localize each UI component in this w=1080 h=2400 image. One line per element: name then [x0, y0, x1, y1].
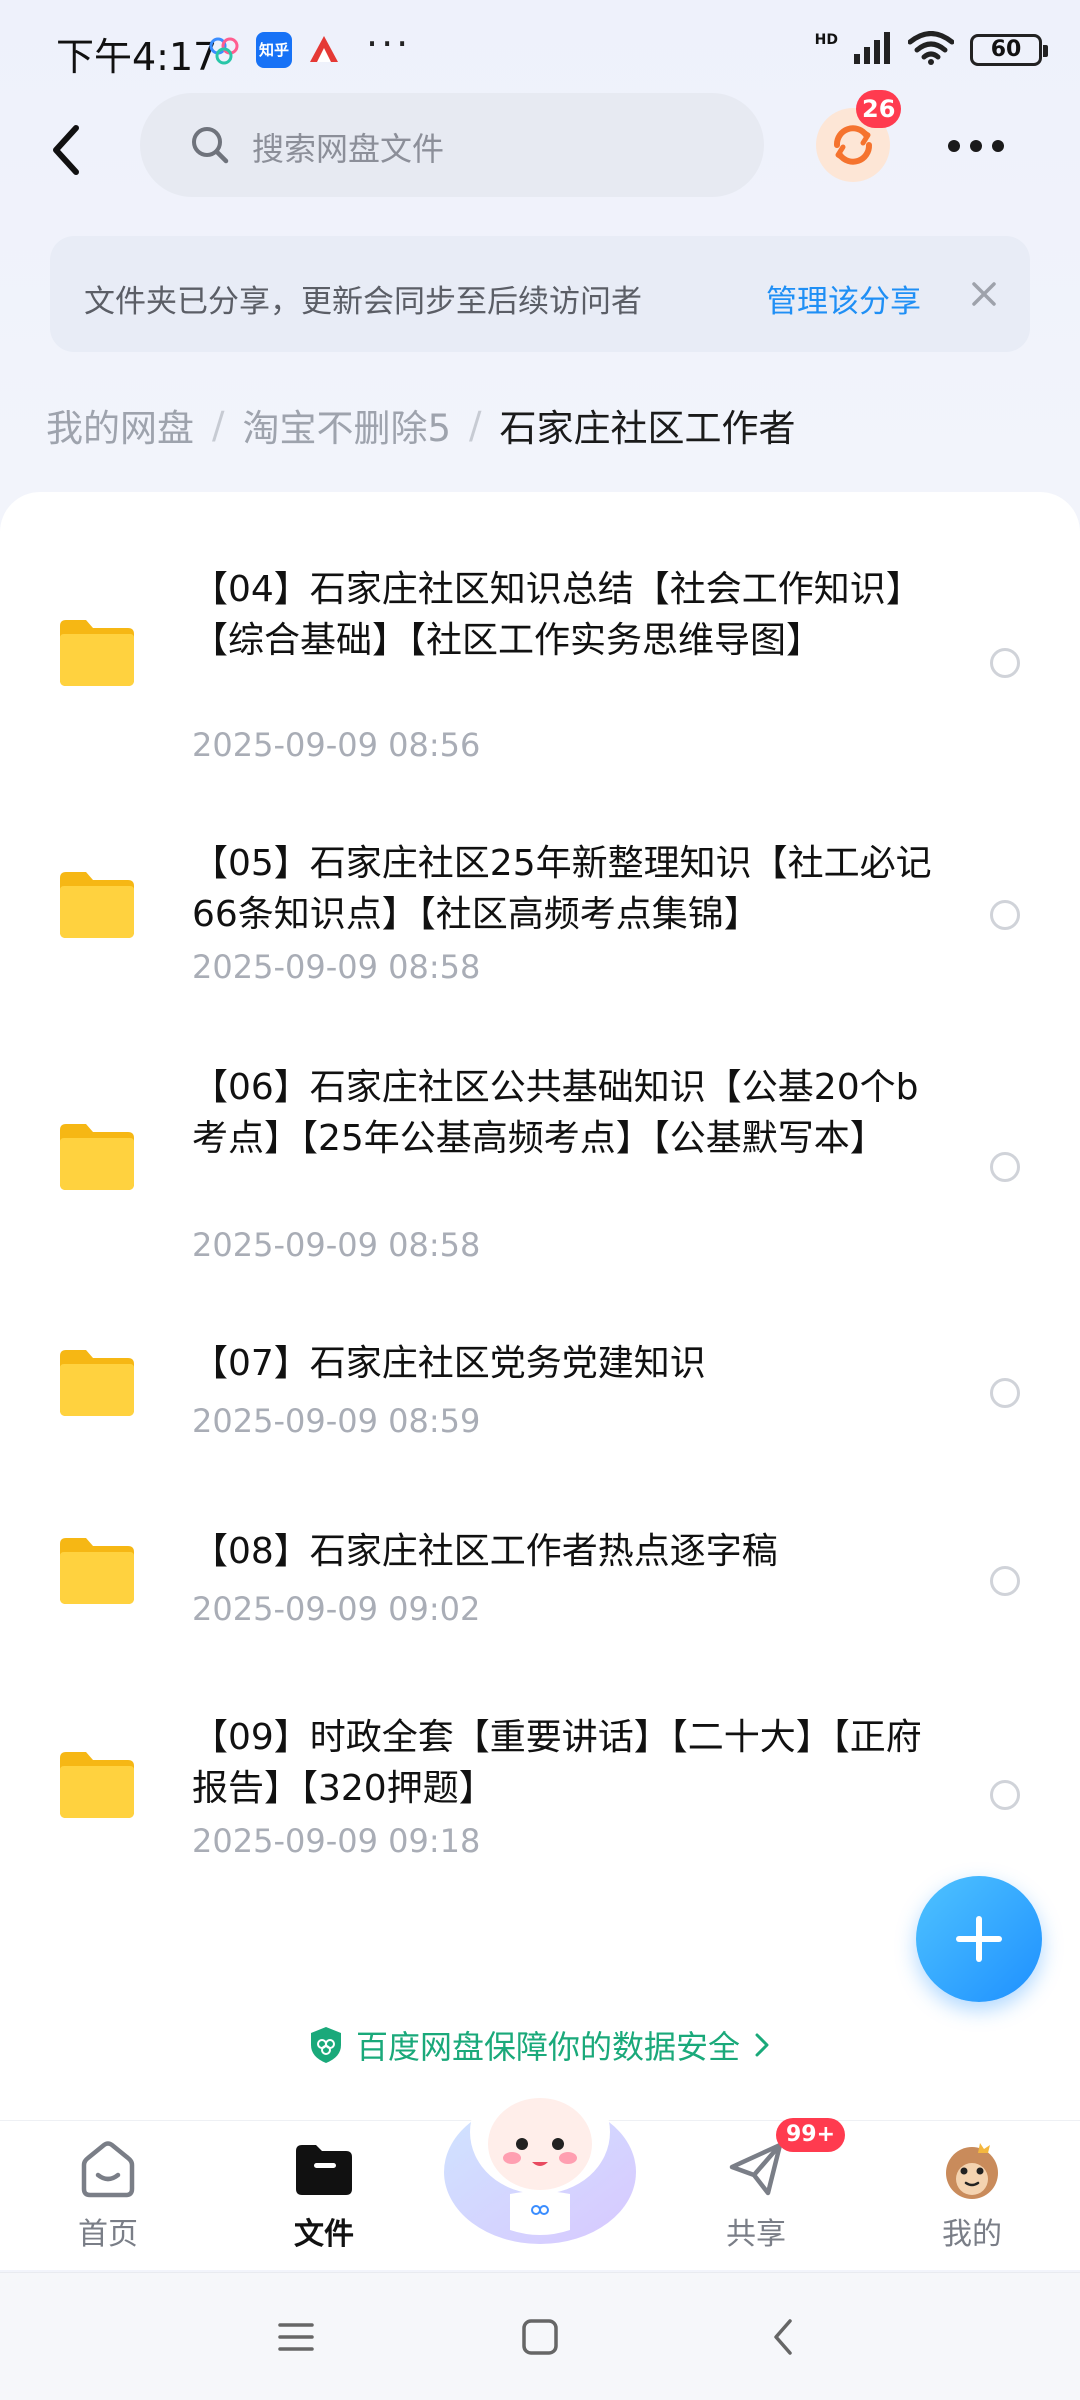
share-notice-banner: 文件夹已分享，更新会同步至后续访问者 管理该分享 — [50, 236, 1030, 352]
send-icon — [724, 2137, 788, 2201]
file-name: 【08】石家庄社区工作者热点逐字稿 — [192, 1531, 778, 1572]
ai-assistant-button[interactable] — [432, 2060, 648, 2260]
select-checkbox[interactable] — [990, 648, 1020, 678]
file-time: 2025-09-09 08:58 — [192, 948, 481, 986]
wifi-icon — [907, 31, 955, 69]
breadcrumb-separator: / — [469, 403, 482, 447]
status-time: 下午4:17 — [56, 35, 218, 79]
signal-icon — [854, 32, 892, 68]
more-dot-icon — [970, 140, 982, 152]
header: 搜索网盘文件 26 — [0, 90, 1080, 210]
more-options-button[interactable] — [946, 126, 1006, 166]
tab-mine-label: 我的 — [942, 2217, 1002, 2252]
search-placeholder: 搜索网盘文件 — [252, 130, 445, 168]
folder-icon — [60, 1538, 134, 1604]
avatar — [940, 2137, 1004, 2201]
hd-indicator: HD — [814, 32, 838, 48]
app-notification-icon — [306, 32, 342, 68]
share-count-badge: 99+ — [776, 2118, 846, 2152]
manage-share-link[interactable]: 管理该分享 — [766, 276, 921, 321]
shield-icon — [310, 2027, 341, 2063]
tab-share[interactable]: 共享 — [686, 2137, 826, 2253]
battery-indicator: 60 — [970, 34, 1048, 66]
file-name: 【06】石家庄社区公共基础知识【公基20个b考点】【25年公基高频考点】【公基默… — [192, 1067, 919, 1159]
file-name: 【07】石家庄社区党务党建知识 — [192, 1343, 706, 1384]
breadcrumb-item-my-netdisk[interactable]: 我的网盘 — [46, 398, 194, 452]
file-time: 2025-09-09 08:58 — [192, 1226, 481, 1264]
zhihu-notification-icon: 知乎 — [256, 32, 292, 68]
tab-mine[interactable]: 我的 — [902, 2137, 1042, 2253]
select-checkbox[interactable] — [990, 900, 1020, 930]
folder-icon — [60, 1124, 134, 1190]
breadcrumb: 我的网盘 / 淘宝不删除5 / 石家庄社区工作者 — [46, 398, 795, 452]
search-icon — [188, 123, 232, 167]
list-item[interactable]: 【04】石家庄社区知识总结【社会工作知识】【综合基础】【社区工作实务思维导图】 … — [0, 492, 1080, 764]
home-square-icon[interactable] — [516, 2313, 564, 2361]
add-button[interactable] — [916, 1876, 1042, 2002]
close-icon[interactable] — [966, 276, 1002, 312]
folder-icon — [60, 872, 134, 938]
select-checkbox[interactable] — [990, 1152, 1020, 1182]
back-button[interactable] — [40, 118, 100, 182]
tab-files-label: 文件 — [294, 2217, 354, 2252]
select-checkbox[interactable] — [990, 1378, 1020, 1408]
breadcrumb-item-parent[interactable]: 淘宝不删除5 — [242, 398, 451, 452]
home-icon — [76, 2137, 140, 2201]
mascot-icon — [444, 2070, 636, 2244]
file-time: 2025-09-09 09:18 — [192, 1822, 481, 1860]
more-dot-icon — [948, 140, 960, 152]
file-name: 【09】时政全套【重要讲话】【二十大】【正府报告】【320押题】 — [192, 1717, 922, 1809]
share-notice-text: 文件夹已分享，更新会同步至后续访问者 — [84, 284, 642, 320]
tab-home-label: 首页 — [78, 2217, 138, 2252]
system-nav-bar — [0, 2272, 1080, 2400]
breadcrumb-separator: / — [212, 403, 225, 447]
tab-home[interactable]: 首页 — [38, 2137, 178, 2253]
file-name: 【05】石家庄社区25年新整理知识【社工必记66条知识点】【社区高频考点集锦】 — [192, 843, 932, 935]
tab-share-label: 共享 — [726, 2217, 786, 2252]
status-bar: 下午4:17 知乎 ··· HD 60 — [0, 0, 1080, 100]
search-input[interactable]: 搜索网盘文件 — [140, 93, 764, 197]
tab-files[interactable]: 文件 — [254, 2137, 394, 2253]
file-name: 【04】石家庄社区知识总结【社会工作知识】【综合基础】【社区工作实务思维导图】 — [192, 569, 922, 661]
folder-icon — [60, 620, 134, 686]
folder-icon — [292, 2137, 356, 2201]
folder-icon — [60, 1752, 134, 1818]
file-time: 2025-09-09 08:59 — [192, 1402, 481, 1440]
file-time: 2025-09-09 08:56 — [192, 726, 481, 764]
menu-icon[interactable] — [272, 2313, 320, 2361]
back-triangle-icon[interactable] — [760, 2313, 808, 2361]
baidu-netdisk-notification-icon — [206, 32, 242, 68]
more-dot-icon — [992, 140, 1004, 152]
breadcrumb-current: 石家庄社区工作者 — [499, 407, 796, 450]
file-time: 2025-09-09 09:02 — [192, 1590, 481, 1628]
select-checkbox[interactable] — [990, 1566, 1020, 1596]
folder-icon — [60, 1350, 134, 1416]
sync-count-badge: 26 — [856, 90, 902, 128]
file-list: 【04】石家庄社区知识总结【社会工作知识】【综合基础】【社区工作实务思维导图】 … — [0, 492, 1080, 2122]
more-notifications-icon: ··· — [366, 22, 412, 66]
select-checkbox[interactable] — [990, 1780, 1020, 1810]
chevron-right-icon — [755, 2033, 769, 2057]
chevron-left-icon — [53, 125, 79, 175]
